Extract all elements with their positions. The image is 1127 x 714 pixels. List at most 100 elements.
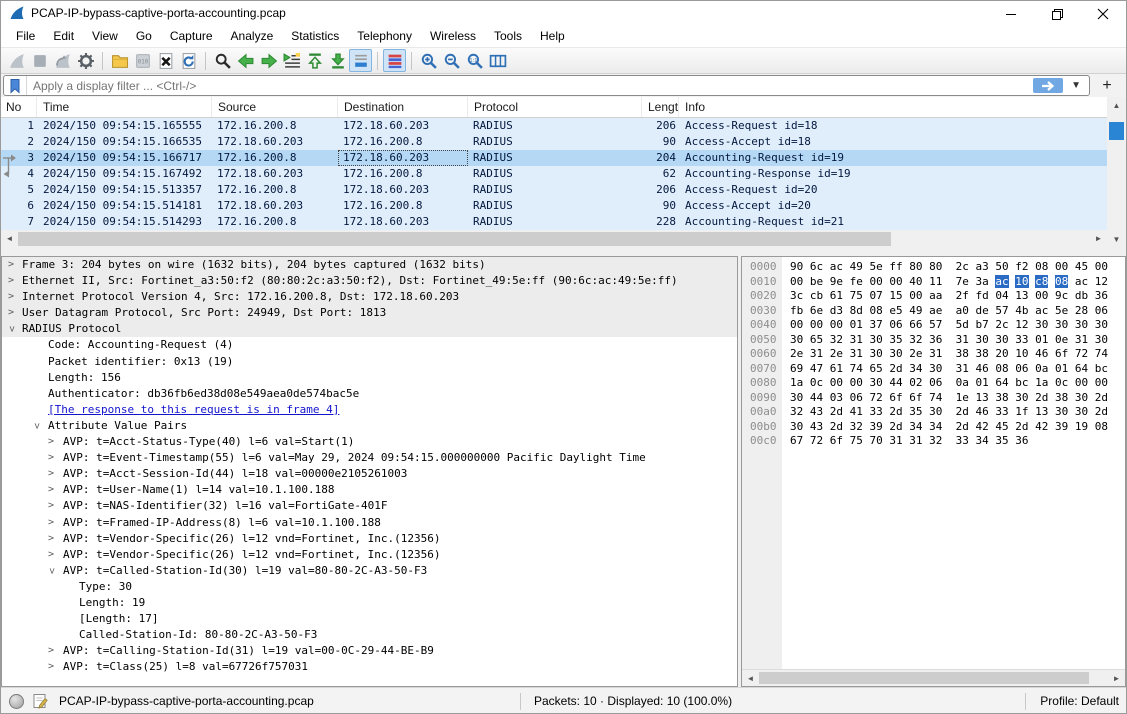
go-first-icon[interactable] (303, 49, 326, 72)
menu-tools[interactable]: Tools (485, 29, 531, 43)
zoom-in-icon[interactable] (417, 49, 440, 72)
go-last-icon[interactable] (326, 49, 349, 72)
display-filter-input[interactable] (27, 79, 1033, 93)
detail-row[interactable]: >AVP: t=Framed-IP-Address(8) l=6 val=10.… (2, 515, 737, 531)
go-to-packet-icon[interactable] (280, 49, 303, 72)
menu-analyze[interactable]: Analyze (222, 29, 283, 43)
detail-row[interactable]: Packet identifier: 0x13 (19) (2, 354, 737, 370)
menu-go[interactable]: Go (127, 29, 161, 43)
detail-row[interactable]: Type: 30 (2, 579, 737, 595)
expander-closed-icon[interactable]: > (48, 515, 54, 531)
close-file-icon[interactable] (154, 49, 177, 72)
menu-capture[interactable]: Capture (161, 29, 222, 43)
expander-closed-icon[interactable]: > (8, 305, 14, 321)
statusbar-profile[interactable]: Profile: Default (1040, 688, 1119, 714)
hex-row[interactable]: 009030 44 03 06 72 6f 6f 74 1e 13 38 30 … (742, 391, 1125, 406)
detail-row[interactable]: >Ethernet II, Src: Fortinet_a3:50:f2 (80… (2, 273, 737, 289)
restart-capture-icon[interactable] (51, 49, 74, 72)
bytes-hscroll-thumb[interactable] (759, 672, 1089, 684)
expander-open-icon[interactable]: > (3, 326, 19, 332)
detail-row[interactable]: >AVP: t=Acct-Status-Type(40) l=6 val=Sta… (2, 434, 737, 450)
menu-wireless[interactable]: Wireless (421, 29, 485, 43)
packet-row[interactable]: 52024/150 09:54:15.513357172.16.200.8172… (1, 182, 1107, 198)
add-filter-button[interactable]: + (1096, 76, 1118, 96)
filter-dropdown-caret-icon[interactable]: ▼ (1071, 80, 1081, 91)
detail-row[interactable]: >AVP: t=Calling-Station-Id(31) l=19 val=… (2, 643, 737, 659)
hex-row[interactable]: 00203c cb 61 75 07 15 00 aa 2f fd 04 13 … (742, 289, 1125, 304)
detail-row[interactable]: [Length: 17] (2, 611, 737, 627)
pane-splitter[interactable] (1, 248, 1126, 256)
expander-closed-icon[interactable]: > (48, 643, 54, 659)
hex-row[interactable]: 007069 47 61 74 65 2d 34 30 31 46 08 06 … (742, 362, 1125, 377)
vscroll-thumb[interactable] (1109, 122, 1124, 140)
expander-closed-icon[interactable]: > (8, 257, 14, 273)
scroll-right-icon[interactable]: ► (1090, 230, 1107, 247)
start-capture-icon[interactable] (5, 49, 28, 72)
scroll-right-icon[interactable]: ► (1108, 670, 1125, 687)
find-packet-icon[interactable] (211, 49, 234, 72)
detail-row[interactable]: >AVP: t=Event-Timestamp(55) l=6 val=May … (2, 450, 737, 466)
restore-button[interactable] (1034, 1, 1080, 27)
hex-row[interactable]: 0030fb 6e d3 8d 08 e5 49 ae a0 de 57 4b … (742, 304, 1125, 319)
hex-row[interactable]: 00801a 0c 00 00 30 44 02 06 0a 01 64 bc … (742, 376, 1125, 391)
detail-row[interactable]: >AVP: t=User-Name(1) l=14 val=10.1.100.1… (2, 482, 737, 498)
column-header-no[interactable]: No (1, 97, 37, 117)
stop-capture-icon[interactable] (28, 49, 51, 72)
detail-row[interactable]: >AVP: t=Class(25) l=8 val=67726f757031 (2, 659, 737, 675)
detail-row[interactable]: Length: 156 (2, 370, 737, 386)
auto-scroll-icon[interactable] (349, 49, 372, 72)
scroll-left-icon[interactable]: ◄ (742, 670, 759, 687)
capture-options-icon[interactable] (74, 49, 97, 72)
reload-file-icon[interactable] (177, 49, 200, 72)
expander-closed-icon[interactable]: > (8, 273, 14, 289)
expander-closed-icon[interactable]: > (48, 547, 54, 563)
hex-row[interactable]: 001000 be 9e fe 00 00 40 11 7e 3a ac 10 … (742, 275, 1125, 290)
detail-row[interactable]: >AVP: t=Vendor-Specific(26) l=12 vnd=For… (2, 547, 737, 563)
detail-row[interactable]: >RADIUS Protocol (2, 321, 737, 337)
zoom-original-icon[interactable]: 1:1 (463, 49, 486, 72)
hex-row[interactable]: 00a032 43 2d 41 33 2d 35 30 2d 46 33 1f … (742, 405, 1125, 420)
menu-help[interactable]: Help (531, 29, 574, 43)
hscroll-thumb[interactable] (18, 232, 891, 246)
hex-row[interactable]: 000090 6c ac 49 5e ff 80 80 2c a3 50 f2 … (742, 260, 1125, 275)
close-window-button[interactable] (1080, 1, 1126, 27)
menu-view[interactable]: View (83, 29, 127, 43)
detail-row[interactable]: Called-Station-Id: 80-80-2C-A3-50-F3 (2, 627, 737, 643)
hex-row[interactable]: 00c067 72 6f 75 70 31 31 32 33 34 35 36 (742, 434, 1125, 449)
expander-closed-icon[interactable]: > (48, 434, 54, 450)
column-header-destination[interactable]: Destination (338, 97, 468, 117)
zoom-out-icon[interactable] (440, 49, 463, 72)
packet-row[interactable]: 32024/150 09:54:15.166717172.16.200.8172… (1, 150, 1107, 166)
hex-row[interactable]: 005030 65 32 31 30 35 32 36 31 30 30 33 … (742, 333, 1125, 348)
display-filter-field[interactable]: ▼ (3, 75, 1090, 96)
menu-statistics[interactable]: Statistics (282, 29, 348, 43)
minimize-button[interactable] (988, 1, 1034, 27)
resize-columns-icon[interactable] (486, 49, 509, 72)
detail-row[interactable]: Length: 19 (2, 595, 737, 611)
detail-row[interactable]: Code: Accounting-Request (4) (2, 337, 737, 353)
packet-row[interactable]: 42024/150 09:54:15.167492172.18.60.20317… (1, 166, 1107, 182)
expander-closed-icon[interactable]: > (48, 482, 54, 498)
detail-link[interactable]: [The response to this request is in fram… (48, 402, 339, 418)
expander-closed-icon[interactable]: > (8, 289, 14, 305)
packet-row[interactable]: 22024/150 09:54:15.166535172.18.60.20317… (1, 134, 1107, 150)
detail-row[interactable]: >Frame 3: 204 bytes on wire (1632 bits),… (2, 257, 737, 273)
menu-edit[interactable]: Edit (44, 29, 83, 43)
hex-row[interactable]: 00b030 43 2d 32 39 2d 34 34 2d 42 45 2d … (742, 420, 1125, 435)
column-header-time[interactable]: Time (37, 97, 212, 117)
column-header-length[interactable]: Length (642, 97, 679, 117)
expander-closed-icon[interactable]: > (48, 659, 54, 675)
detail-row[interactable]: >User Datagram Protocol, Src Port: 24949… (2, 305, 737, 321)
packet-row[interactable]: 72024/150 09:54:15.514293172.16.200.8172… (1, 214, 1107, 230)
expert-info-icon[interactable] (9, 694, 24, 709)
detail-row[interactable]: Authenticator: db36fb6ed38d08e549aea0de5… (2, 386, 737, 402)
expander-open-icon[interactable]: > (43, 568, 59, 574)
detail-row[interactable]: >AVP: t=NAS-Identifier(32) l=16 val=Fort… (2, 498, 737, 514)
detail-row[interactable]: >AVP: t=Acct-Session-Id(44) l=18 val=000… (2, 466, 737, 482)
filter-bookmark-icon[interactable] (4, 76, 27, 95)
expander-closed-icon[interactable]: > (48, 466, 54, 482)
packet-row[interactable]: 62024/150 09:54:15.514181172.18.60.20317… (1, 198, 1107, 214)
scroll-left-icon[interactable]: ◄ (1, 230, 18, 247)
menu-file[interactable]: File (7, 29, 44, 43)
detail-row[interactable]: >Attribute Value Pairs (2, 418, 737, 434)
